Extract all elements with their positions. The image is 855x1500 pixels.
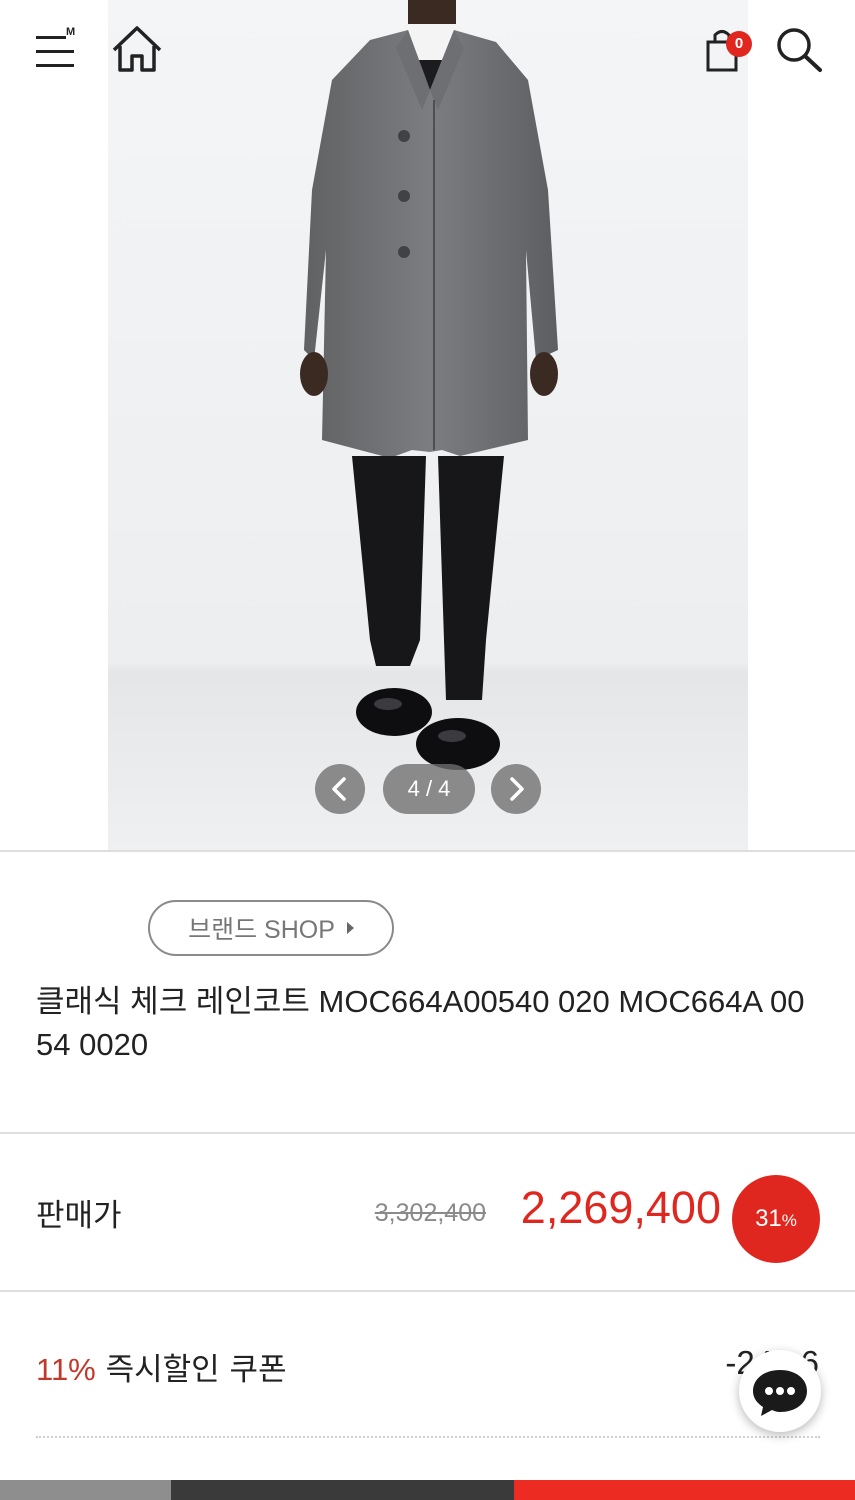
title-divider	[0, 1132, 855, 1134]
bottom-action-bar	[0, 1480, 855, 1500]
product-image-gallery	[0, 0, 855, 850]
brand-shop-button[interactable]: 브랜드 SHOP	[148, 900, 394, 956]
search-icon	[777, 28, 822, 72]
discount-value: 31	[755, 1205, 782, 1232]
search-button[interactable]	[772, 24, 826, 74]
menu-mark: M	[66, 26, 76, 38]
cart-count-badge: 0	[726, 31, 752, 57]
discount-badge: 31%	[732, 1175, 820, 1263]
previous-image-button[interactable]	[315, 764, 365, 814]
discount-unit: %	[781, 1211, 797, 1230]
home-button[interactable]	[108, 22, 166, 76]
chevron-left-icon	[332, 777, 346, 801]
product-photo[interactable]	[108, 0, 748, 850]
dotted-divider	[36, 1436, 820, 1438]
image-divider	[0, 850, 855, 852]
bottom-bar-right-button[interactable]	[514, 1480, 855, 1500]
price-label: 판매가	[36, 1198, 122, 1234]
model-photo-illustration	[108, 0, 748, 850]
bottom-bar-middle-button[interactable]	[171, 1480, 514, 1500]
product-title: 클래식 체크 레인코트 MOC664A00540 020 MOC664A 005…	[36, 984, 805, 1062]
price-divider	[0, 1290, 855, 1292]
caret-right-icon	[346, 922, 354, 934]
coupon-percent: 11%	[36, 1352, 96, 1387]
sale-price: 2,269,400	[520, 1182, 721, 1233]
next-image-button[interactable]	[491, 764, 541, 814]
chevron-right-icon	[510, 777, 524, 801]
bottom-bar-left-button[interactable]	[0, 1480, 171, 1500]
instant-coupon-row: 11% 즉시할인 쿠폰	[36, 1344, 287, 1389]
chat-button[interactable]	[739, 1350, 821, 1432]
coupon-label: 즉시할인 쿠폰	[105, 1352, 287, 1388]
image-counter: 4 / 4	[383, 764, 475, 814]
original-price: 3,302,400	[374, 1199, 486, 1227]
chat-bubble-icon	[753, 1370, 807, 1416]
brand-shop-label: 브랜드 SHOP	[188, 916, 335, 944]
home-icon	[112, 26, 162, 72]
